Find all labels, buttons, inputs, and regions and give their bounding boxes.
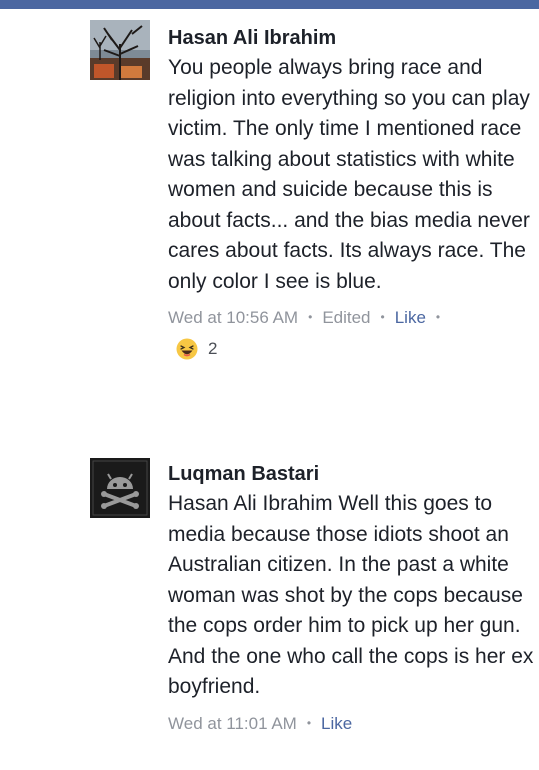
separator-dot: • [435, 310, 441, 324]
separator-dot: • [380, 310, 385, 324]
edited-label[interactable]: Edited [322, 308, 370, 327]
android-skull-avatar-icon [90, 458, 150, 518]
comment-author[interactable]: Hasan Ali Ibrahim [168, 26, 534, 50]
comment-meta: Wed at 10:56 AM • Edited • Like • [168, 307, 534, 330]
reaction-count: 2 [208, 339, 218, 358]
avatar[interactable] [90, 20, 150, 80]
reaction-summary[interactable]: 2 [176, 338, 534, 360]
avatar-photo-icon [90, 20, 150, 80]
separator-dot: • [308, 310, 313, 324]
like-button[interactable]: Like [395, 308, 426, 327]
comment-text: Hasan Ali Ibrahim Well this goes to medi… [168, 492, 534, 698]
comment-author[interactable]: Luqman Bastari [168, 462, 534, 486]
top-app-bar [0, 0, 539, 9]
separator-dot: • [306, 715, 312, 730]
avatar[interactable] [90, 458, 150, 518]
comment-timestamp[interactable]: Wed at 11:01 AM [168, 714, 297, 733]
comment-meta: Wed at 11:01 AM • Like [168, 713, 534, 736]
comment-timestamp[interactable]: Wed at 10:56 AM [168, 308, 298, 327]
comment-text: You people always bring race and religio… [168, 56, 530, 293]
laughing-face-icon [176, 338, 198, 360]
like-button[interactable]: Like [321, 714, 352, 733]
